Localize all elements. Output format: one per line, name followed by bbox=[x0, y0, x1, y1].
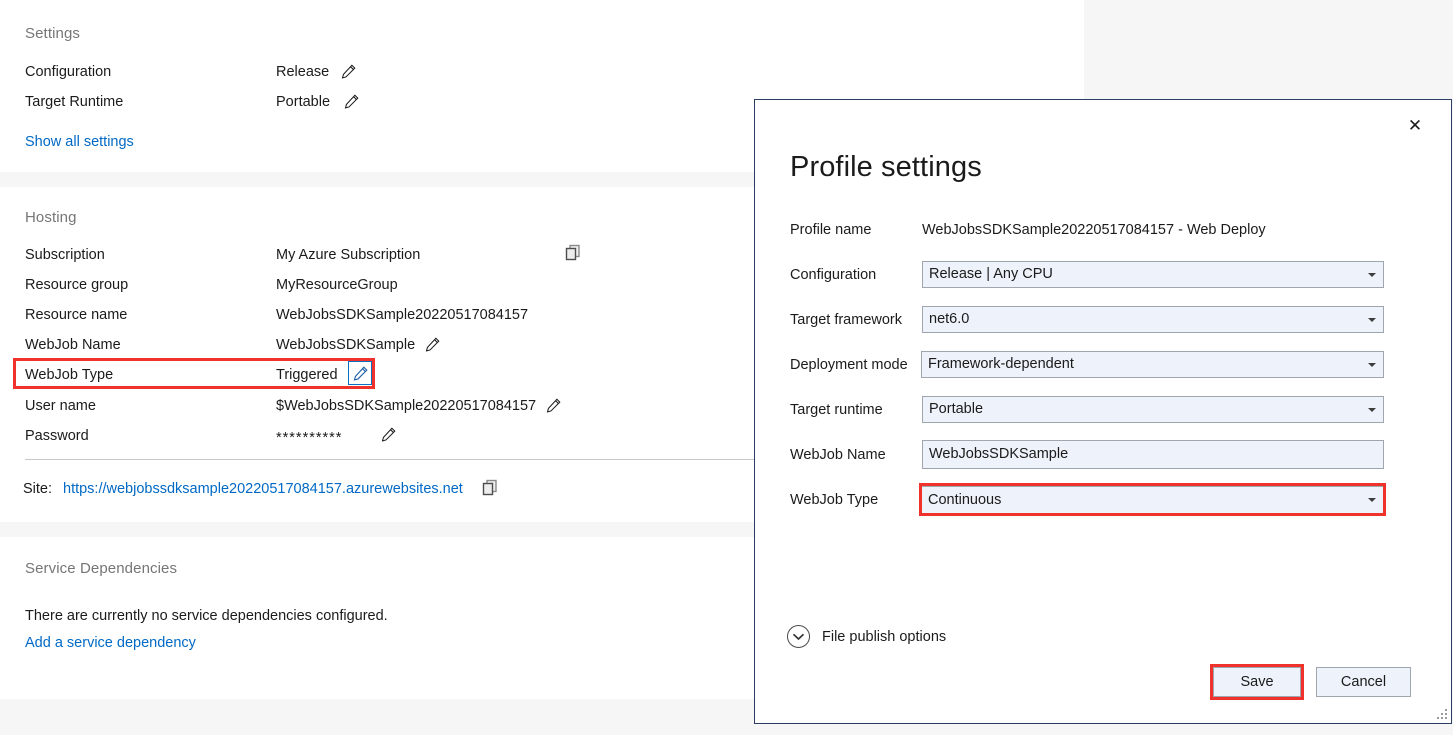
profile-name-label: Profile name bbox=[790, 222, 871, 238]
webjob-type-dropdown-value: Continuous bbox=[928, 492, 1001, 508]
chevron-down-icon bbox=[1368, 408, 1376, 412]
profile-settings-dialog: ✕ Profile settings Profile name WebJobsS… bbox=[754, 99, 1452, 724]
service-dependencies-empty-text: There are currently no service dependenc… bbox=[25, 608, 388, 624]
settings-section-title: Settings bbox=[25, 25, 80, 42]
webjob-name-input-value: WebJobsSDKSample bbox=[929, 446, 1068, 462]
edit-password-pencil-icon[interactable] bbox=[381, 427, 396, 442]
edit-user-name-pencil-icon[interactable] bbox=[546, 398, 561, 413]
dialog-title: Profile settings bbox=[790, 151, 982, 184]
user-name-label: User name bbox=[25, 398, 96, 414]
target-framework-dropdown-value: net6.0 bbox=[929, 311, 969, 327]
resource-group-value: MyResourceGroup bbox=[276, 277, 398, 293]
save-button[interactable]: Save bbox=[1213, 667, 1301, 697]
chevron-down-icon bbox=[1368, 273, 1376, 277]
configuration-label: Configuration bbox=[25, 64, 111, 80]
target-runtime-label: Target Runtime bbox=[25, 94, 123, 110]
webjob-type-label: WebJob Type bbox=[25, 367, 113, 383]
configuration-value: Release bbox=[276, 64, 329, 80]
webjob-name-input[interactable]: WebJobsSDKSample bbox=[922, 440, 1384, 469]
subscription-value: My Azure Subscription bbox=[276, 247, 420, 263]
chevron-down-icon bbox=[1368, 498, 1376, 502]
webjob-name-value: WebJobsSDKSample bbox=[276, 337, 415, 353]
target-runtime-value: Portable bbox=[276, 94, 330, 110]
user-name-value: $WebJobsSDKSample20220517084157 bbox=[276, 398, 536, 414]
subscription-label: Subscription bbox=[25, 247, 105, 263]
target-framework-dropdown[interactable]: net6.0 bbox=[922, 306, 1384, 333]
configuration-dropdown[interactable]: Release | Any CPU bbox=[922, 261, 1384, 288]
webjob-type-dropdown[interactable]: Continuous bbox=[921, 486, 1384, 514]
hosting-section-title: Hosting bbox=[25, 209, 77, 226]
webjob-name-label: WebJob Name bbox=[25, 337, 121, 353]
close-icon[interactable]: ✕ bbox=[1397, 109, 1433, 141]
password-label: Password bbox=[25, 428, 89, 444]
resource-name-label: Resource name bbox=[25, 307, 127, 323]
resize-grip[interactable] bbox=[1435, 707, 1447, 719]
chevron-down-icon bbox=[1368, 318, 1376, 322]
edit-configuration-pencil-icon[interactable] bbox=[341, 64, 356, 79]
copy-site-url-icon[interactable] bbox=[481, 478, 501, 498]
webjob-type-value: Triggered bbox=[276, 367, 338, 383]
profile-name-value: WebJobsSDKSample20220517084157 - Web Dep… bbox=[922, 222, 1266, 238]
dialog-configuration-label: Configuration bbox=[790, 267, 876, 283]
file-publish-options-expander[interactable]: File publish options bbox=[787, 625, 946, 648]
edit-target-runtime-pencil-icon[interactable] bbox=[344, 94, 359, 109]
deployment-mode-dropdown-value: Framework-dependent bbox=[928, 356, 1074, 372]
password-value: ********** bbox=[276, 430, 342, 446]
dialog-webjob-type-label: WebJob Type bbox=[790, 492, 878, 508]
resource-name-value: WebJobsSDKSample20220517084157 bbox=[276, 307, 528, 323]
dialog-deployment-mode-label: Deployment mode bbox=[790, 357, 908, 373]
resource-group-label: Resource group bbox=[25, 277, 128, 293]
show-all-settings-link[interactable]: Show all settings bbox=[25, 134, 134, 150]
add-service-dependency-link[interactable]: Add a service dependency bbox=[25, 635, 196, 651]
site-url-link[interactable]: https://webjobssdksample20220517084157.a… bbox=[63, 481, 463, 497]
file-publish-options-label: File publish options bbox=[822, 629, 946, 645]
edit-webjob-type-pencil-icon[interactable] bbox=[348, 361, 372, 385]
deployment-mode-dropdown[interactable]: Framework-dependent bbox=[921, 351, 1384, 378]
target-runtime-dropdown-value: Portable bbox=[929, 401, 983, 417]
dialog-target-framework-label: Target framework bbox=[790, 312, 902, 328]
chevron-down-icon bbox=[1368, 363, 1376, 367]
service-dependencies-title: Service Dependencies bbox=[25, 560, 177, 577]
copy-subscription-icon[interactable] bbox=[564, 243, 584, 263]
edit-webjob-name-pencil-icon[interactable] bbox=[425, 337, 440, 352]
cancel-button[interactable]: Cancel bbox=[1316, 667, 1411, 697]
configuration-dropdown-value: Release | Any CPU bbox=[929, 266, 1053, 282]
chevron-down-circle-icon bbox=[787, 625, 810, 648]
site-label: Site: bbox=[23, 481, 52, 497]
dialog-target-runtime-label: Target runtime bbox=[790, 402, 883, 418]
dialog-webjob-name-label: WebJob Name bbox=[790, 447, 886, 463]
target-runtime-dropdown[interactable]: Portable bbox=[922, 396, 1384, 423]
